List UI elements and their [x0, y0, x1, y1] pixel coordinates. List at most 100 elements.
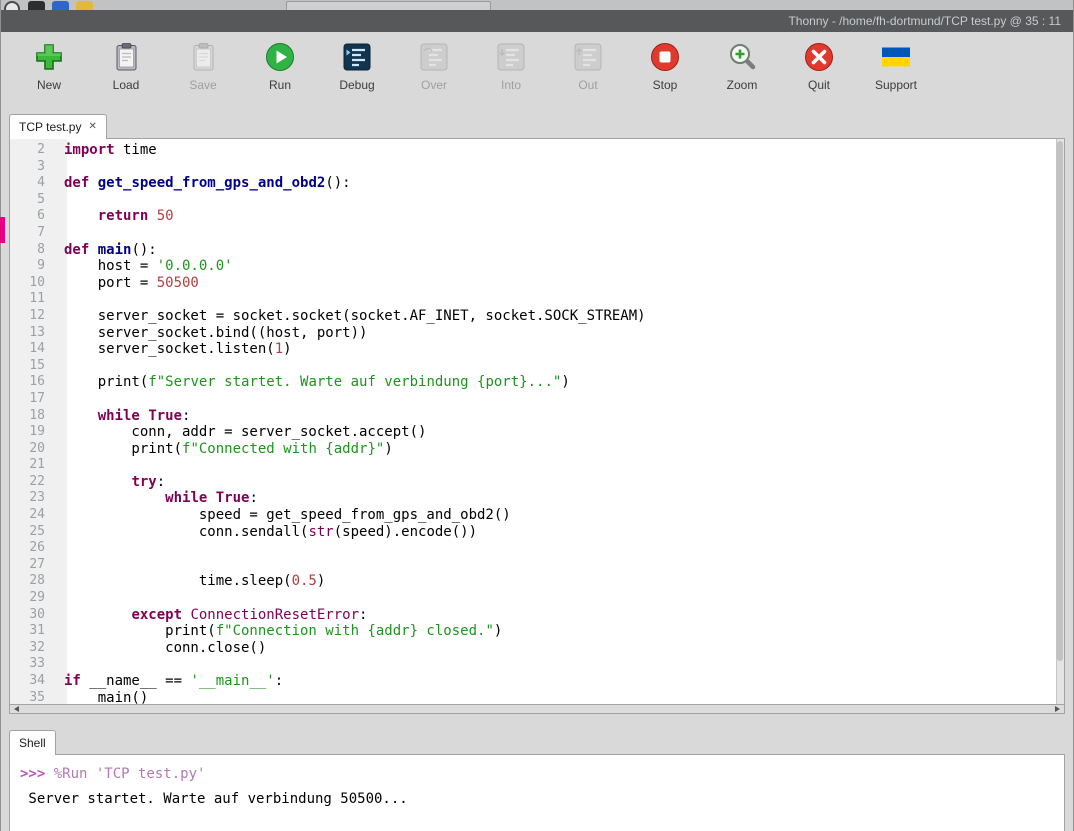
line-number: 22 — [29, 473, 45, 489]
step-into-icon — [495, 41, 527, 73]
line-number: 25 — [29, 523, 45, 539]
code-editor[interactable]: 2 import time 3 4 def get_speed_from_gps_and… — [9, 138, 1065, 705]
toolbar-button-run[interactable]: Run — [248, 41, 312, 113]
toolbar-button-over: Over — [402, 41, 466, 113]
toolbar-button-label: Over — [420, 78, 447, 92]
code-text: print(f"Connected with {addr}") — [64, 440, 393, 457]
code-line: 8 def main(): — [10, 242, 1064, 259]
code-line: 30 except ConnectionResetError: — [10, 607, 1064, 624]
line-number: 6 — [37, 208, 45, 224]
line-number: 27 — [29, 556, 45, 572]
toolbar-button-label: Zoom — [726, 78, 758, 92]
line-number: 5 — [37, 191, 45, 207]
code-line: 2 import time — [10, 142, 1064, 159]
code-line: 11 — [10, 291, 1064, 308]
editor-vertical-scrollbar[interactable] — [1056, 139, 1064, 704]
toolbar-button-zoom[interactable]: Zoom — [710, 41, 774, 113]
code-text: print(f"Server startet. Warte auf verbin… — [64, 374, 570, 391]
line-number: 18 — [29, 407, 45, 423]
taskbar-app-icon[interactable] — [52, 1, 69, 10]
debug-icon — [341, 41, 373, 73]
taskbar-folder-icon[interactable] — [76, 1, 93, 10]
code-line: 16 print(f"Server startet. Warte auf ver… — [10, 374, 1064, 391]
code-text: conn, addr = server_socket.accept() — [64, 424, 427, 441]
code-line: 21 — [10, 457, 1064, 474]
new-file-icon — [33, 41, 65, 73]
taskbar-strip — [1, 0, 1073, 10]
code-text: host = '0.0.0.0' — [64, 258, 233, 275]
toolbar-button-label: Load — [112, 78, 140, 92]
tab-close-icon[interactable]: ✕ — [88, 122, 96, 132]
code-text: def main(): — [64, 241, 157, 258]
code-line: 4 def get_speed_from_gps_and_obd2(): — [10, 175, 1064, 192]
line-number: 35 — [29, 689, 45, 705]
toolbar-button-load[interactable]: Load — [94, 41, 158, 113]
code-line: 7 — [10, 225, 1064, 242]
window-title: Thonny - /home/fh-dortmund/TCP test.py @… — [788, 14, 1061, 28]
run-icon — [264, 41, 296, 73]
scroll-left-arrow-icon[interactable] — [14, 706, 19, 712]
step-over-icon — [418, 41, 450, 73]
toolbar-button-support[interactable]: Support — [864, 41, 928, 113]
zoom-icon — [726, 41, 758, 73]
toolbar-button-label: Run — [268, 78, 291, 92]
line-number: 23 — [29, 490, 45, 506]
editor-horizontal-scrollbar[interactable] — [9, 705, 1065, 714]
taskbar-browser-icon[interactable] — [4, 1, 20, 10]
code-line: 13 server_socket.bind((host, port)) — [10, 325, 1064, 342]
toolbar-button-quit[interactable]: Quit — [787, 41, 851, 113]
code-line: 3 — [10, 159, 1064, 176]
shell-output[interactable]: >>> %Run 'TCP test.py' Server startet. W… — [9, 754, 1065, 831]
toolbar-button-new[interactable]: New — [17, 41, 81, 113]
code-text: server_socket = socket.socket(socket.AF_… — [64, 307, 646, 324]
toolbar-button-debug[interactable]: Debug — [325, 41, 389, 113]
shell-tab-bar: Shell — [1, 728, 1073, 755]
tab-shell[interactable]: Shell — [9, 730, 56, 755]
code-line: 15 — [10, 358, 1064, 375]
toolbar-button-stop[interactable]: Stop — [633, 41, 697, 113]
toolbar-button-label: Support — [874, 78, 918, 92]
code-text: def get_speed_from_gps_and_obd2(): — [64, 175, 351, 192]
code-line: 6 return 50 — [10, 208, 1064, 225]
line-number: 3 — [37, 158, 45, 174]
taskbar-window-field[interactable] — [286, 1, 491, 10]
line-number: 24 — [29, 507, 45, 523]
shell-line: Server startet. Warte auf verbindung 505… — [20, 791, 408, 807]
line-number: 16 — [29, 374, 45, 390]
line-number: 30 — [29, 606, 45, 622]
code-line: 18 while True: — [10, 408, 1064, 425]
code-text: port = 50500 — [64, 274, 199, 291]
line-number: 9 — [37, 258, 45, 274]
taskbar-terminal-icon[interactable] — [28, 1, 45, 10]
code-text: main() — [64, 689, 149, 705]
line-number: 32 — [29, 639, 45, 655]
code-text: server_socket.bind((host, port)) — [64, 324, 368, 341]
code-text: import time — [64, 142, 157, 158]
editor-shell-sash[interactable] — [1, 714, 1073, 728]
vertical-scroll-thumb[interactable] — [1057, 141, 1063, 661]
code-text: conn.sendall(str(speed).encode()) — [64, 523, 478, 540]
toolbar-button-label: Save — [189, 78, 217, 92]
toolbar-button-label: Stop — [652, 78, 678, 92]
line-number: 34 — [29, 673, 45, 688]
toolbar-button-label: New — [36, 78, 61, 92]
line-number: 8 — [37, 241, 45, 257]
code-line: 31 print(f"Connection with {addr} closed… — [10, 623, 1064, 640]
code-text: print(f"Connection with {addr} closed.") — [64, 623, 503, 640]
code-line: 34 if __name__ == '__main__': — [10, 673, 1064, 690]
scroll-right-arrow-icon[interactable] — [1055, 706, 1060, 712]
code-text: return 50 — [97, 208, 174, 225]
code-line: 27 — [10, 557, 1064, 574]
code-text: conn.close() — [64, 639, 267, 656]
toolbar-button-label: Debug — [339, 78, 375, 92]
tab-tcp-test-py[interactable]: TCP test.py ✕ — [9, 114, 107, 139]
toolbar-button-label: Into — [500, 78, 521, 92]
support-flag-icon — [880, 41, 912, 73]
code-lines: 2 import time 3 4 def get_speed_from_gps_and… — [10, 139, 1064, 705]
line-number: 15 — [29, 357, 45, 373]
code-text: if __name__ == '__main__': — [64, 673, 284, 689]
